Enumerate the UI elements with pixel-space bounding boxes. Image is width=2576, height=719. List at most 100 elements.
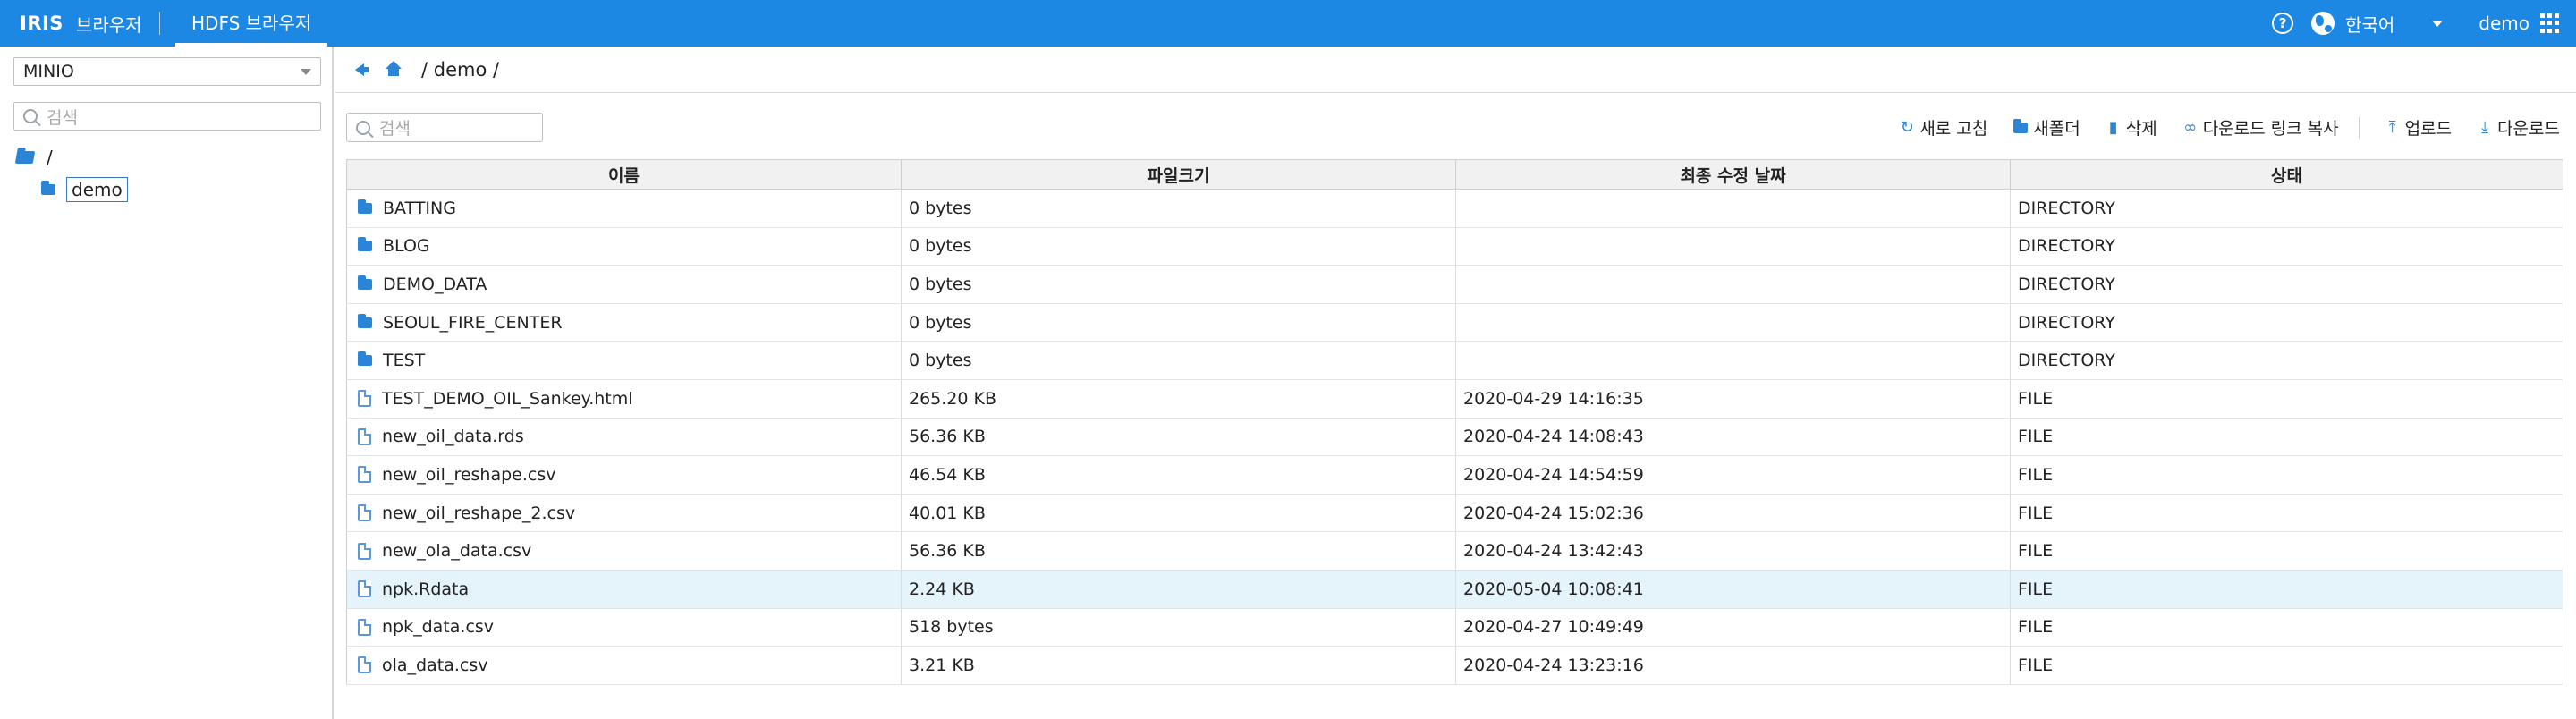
cell-modified: 2020-04-24 14:08:43 — [1455, 418, 2011, 457]
upload-label: 업로드 — [2404, 119, 2453, 139]
table-row[interactable]: SEOUL_FIRE_CENTER 0 bytes DIRECTORY — [346, 303, 2563, 343]
folder-open-icon — [14, 151, 36, 164]
toolbar: ↻ 새로 고침 새폴더 ▮ 삭제 ∞ 다운로드 링크 복사 ⤒ 업로드 ⤓ 다운… — [1874, 113, 2560, 142]
file-name[interactable]: new_oil_reshape.csv — [382, 465, 556, 485]
file-name[interactable]: ola_data.csv — [382, 656, 487, 675]
column-header-modified[interactable]: 최종 수정 날짜 — [1455, 159, 2011, 190]
column-header-size[interactable]: 파일크기 — [901, 159, 1456, 190]
back-icon[interactable] — [355, 63, 369, 76]
upload-icon: ⤒ — [2388, 118, 2396, 137]
table-row[interactable]: new_oil_reshape.csv 46.54 KB 2020-04-24 14… — [346, 455, 2563, 495]
table-row[interactable]: npk.Rdata 2.24 KB 2020-05-04 10:08:41 FILE — [346, 570, 2563, 609]
cell-modified: 2020-04-27 10:49:49 — [1455, 608, 2011, 647]
logo: IRIS — [20, 13, 64, 34]
cell-status: DIRECTORY — [2010, 303, 2563, 343]
table-row[interactable]: new_ola_data.csv 56.36 KB 2020-04-24 13:42… — [346, 531, 2563, 571]
file-name[interactable]: npk.Rdata — [382, 579, 469, 599]
cell-size: 46.54 KB — [901, 455, 1456, 495]
file-name[interactable]: new_ola_data.csv — [382, 541, 531, 561]
table-row[interactable]: npk_data.csv 518 bytes 2020-04-27 10:49:49… — [346, 608, 2563, 647]
file-name[interactable]: TEST_DEMO_OIL_Sankey.html — [382, 389, 633, 409]
cell-status: DIRECTORY — [2010, 341, 2563, 380]
cell-name[interactable]: new_oil_data.rds — [346, 418, 902, 457]
column-header-status[interactable]: 상태 — [2010, 159, 2563, 190]
cell-name[interactable]: npk.Rdata — [346, 570, 902, 609]
cell-status: FILE — [2010, 494, 2563, 533]
cell-name[interactable]: DEMO_DATA — [346, 265, 902, 304]
file-search-input[interactable]: 검색 — [346, 113, 543, 142]
brand[interactable]: IRIS 브라우저 — [20, 0, 142, 47]
file-name[interactable]: BATTING — [383, 199, 456, 218]
cell-size: 0 bytes — [901, 227, 1456, 266]
file-icon — [358, 580, 371, 598]
file-name[interactable]: BLOG — [383, 236, 430, 256]
cell-size: 2.24 KB — [901, 570, 1456, 609]
user-menu[interactable]: demo — [2479, 13, 2529, 34]
apps-grid-icon[interactable] — [2540, 13, 2560, 33]
table-row[interactable]: BLOG 0 bytes DIRECTORY — [346, 227, 2563, 266]
storage-select[interactable]: MINIO — [13, 57, 321, 86]
table-row[interactable]: TEST_DEMO_OIL_Sankey.html 265.20 KB 2020-0… — [346, 379, 2563, 419]
file-name[interactable]: new_oil_reshape_2.csv — [382, 503, 575, 523]
cell-name[interactable]: SEOUL_FIRE_CENTER — [346, 303, 902, 343]
cell-name[interactable]: new_oil_reshape_2.csv — [346, 494, 902, 533]
sidebar-search-input[interactable]: 검색 — [13, 102, 321, 131]
sidebar: MINIO 검색 / demo — [0, 47, 334, 719]
cell-modified — [1455, 341, 2011, 380]
trash-icon: ▮ — [2108, 118, 2118, 137]
cell-name[interactable]: TEST_DEMO_OIL_Sankey.html — [346, 379, 902, 419]
file-name[interactable]: SEOUL_FIRE_CENTER — [383, 313, 563, 333]
cell-size: 0 bytes — [901, 265, 1456, 304]
file-name[interactable]: DEMO_DATA — [383, 275, 487, 294]
cell-name[interactable]: BLOG — [346, 227, 902, 266]
cell-size: 265.20 KB — [901, 379, 1456, 419]
cell-name[interactable]: TEST — [346, 341, 902, 380]
cell-status: DIRECTORY — [2010, 189, 2563, 228]
cell-size: 518 bytes — [901, 608, 1456, 647]
cell-name[interactable]: ola_data.csv — [346, 646, 902, 685]
tree-item-demo[interactable]: demo — [41, 177, 128, 202]
cell-name[interactable]: new_ola_data.csv — [346, 531, 902, 571]
sidebar-search-placeholder: 검색 — [47, 107, 78, 128]
upload-button[interactable]: ⤒ 업로드 — [2385, 115, 2452, 140]
folder-icon — [358, 199, 372, 214]
file-icon — [358, 504, 371, 522]
delete-label: 삭제 — [2125, 119, 2157, 139]
tab-hdfs-browser[interactable]: HDFS 브라우저 — [175, 0, 328, 47]
cell-size: 56.36 KB — [901, 418, 1456, 457]
table-row[interactable]: ola_data.csv 3.21 KB 2020-04-24 13:23:16 FI… — [346, 646, 2563, 685]
tree-root[interactable]: / — [14, 147, 53, 168]
table-row[interactable]: BATTING 0 bytes DIRECTORY — [346, 189, 2563, 228]
cell-name[interactable]: new_oil_reshape.csv — [346, 455, 902, 495]
top-bar: IRIS 브라우저 HDFS 브라우저 ? 한국어 demo — [0, 0, 2576, 47]
home-icon[interactable] — [386, 60, 402, 77]
column-header-name[interactable]: 이름 — [346, 159, 902, 190]
table-row[interactable]: DEMO_DATA 0 bytes DIRECTORY — [346, 265, 2563, 304]
cell-modified — [1455, 265, 2011, 304]
language-selector[interactable]: 한국어 — [2345, 11, 2394, 37]
file-name[interactable]: npk_data.csv — [382, 617, 494, 637]
cell-name[interactable]: npk_data.csv — [346, 608, 902, 647]
file-name[interactable]: new_oil_data.rds — [382, 427, 524, 446]
new-folder-button[interactable]: 새폴더 — [2012, 115, 2080, 140]
globe-icon[interactable] — [2311, 12, 2335, 35]
delete-button[interactable]: ▮ 삭제 — [2106, 115, 2157, 140]
table-header-row: 이름 파일크기 최종 수정 날짜 상태 — [346, 159, 2563, 190]
cell-size: 0 bytes — [901, 341, 1456, 380]
cell-name[interactable]: BATTING — [346, 189, 902, 228]
table-row[interactable]: new_oil_data.rds 56.36 KB 2020-04-24 14:08… — [346, 418, 2563, 457]
chevron-down-icon[interactable] — [2432, 20, 2444, 27]
table-row[interactable]: TEST 0 bytes DIRECTORY — [346, 341, 2563, 380]
cell-status: FILE — [2010, 379, 2563, 419]
download-label: 다운로드 — [2497, 119, 2560, 139]
help-icon[interactable]: ? — [2272, 13, 2294, 34]
file-name[interactable]: TEST — [383, 351, 425, 370]
copy-link-label: 다운로드 링크 복사 — [2202, 119, 2339, 139]
copy-link-button[interactable]: ∞ 다운로드 링크 복사 — [2182, 115, 2339, 140]
refresh-button[interactable]: ↻ 새로 고침 — [1899, 115, 1988, 140]
cell-status: FILE — [2010, 418, 2563, 457]
file-icon — [358, 542, 371, 560]
header-divider — [159, 12, 160, 35]
table-row[interactable]: new_oil_reshape_2.csv 40.01 KB 2020-04-24 … — [346, 494, 2563, 533]
download-button[interactable]: ⤓ 다운로드 — [2477, 115, 2560, 140]
